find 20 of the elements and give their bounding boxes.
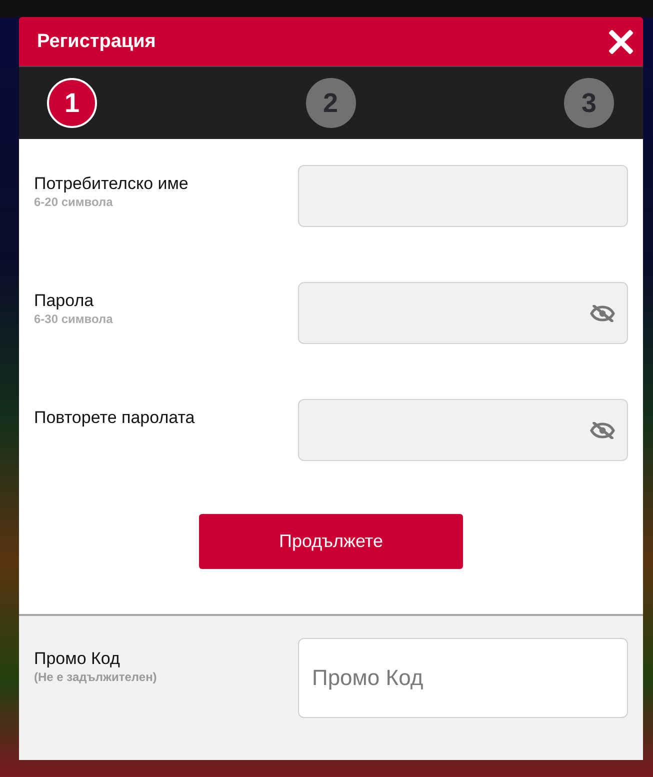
field-hint: 6-30 символа	[34, 311, 113, 327]
close-button[interactable]	[609, 30, 633, 54]
eye-slash-icon[interactable]	[590, 305, 615, 322]
input-field[interactable]	[298, 165, 628, 227]
field-label: Промо Код	[34, 649, 120, 669]
field-label: Повторете паролата	[34, 408, 195, 428]
close-icon	[609, 30, 633, 54]
continue-button[interactable]: Продължете	[199, 514, 463, 569]
field-hint: 6-20 символа	[34, 194, 113, 210]
promo-code-field[interactable]: Промо Код	[298, 638, 628, 718]
password-field[interactable]	[298, 399, 628, 461]
field-label: Парола	[34, 291, 94, 311]
step-indicator: 1	[47, 78, 97, 128]
field-label: Потребителско име	[34, 174, 188, 194]
field-hint: (Не е задължителен)	[34, 669, 157, 685]
eye-slash-icon[interactable]	[590, 422, 615, 439]
step-indicator: 3	[564, 78, 614, 128]
password-field[interactable]	[298, 282, 628, 344]
step-indicator: 2	[306, 78, 356, 128]
dialog-title: Регистрация	[37, 30, 156, 52]
